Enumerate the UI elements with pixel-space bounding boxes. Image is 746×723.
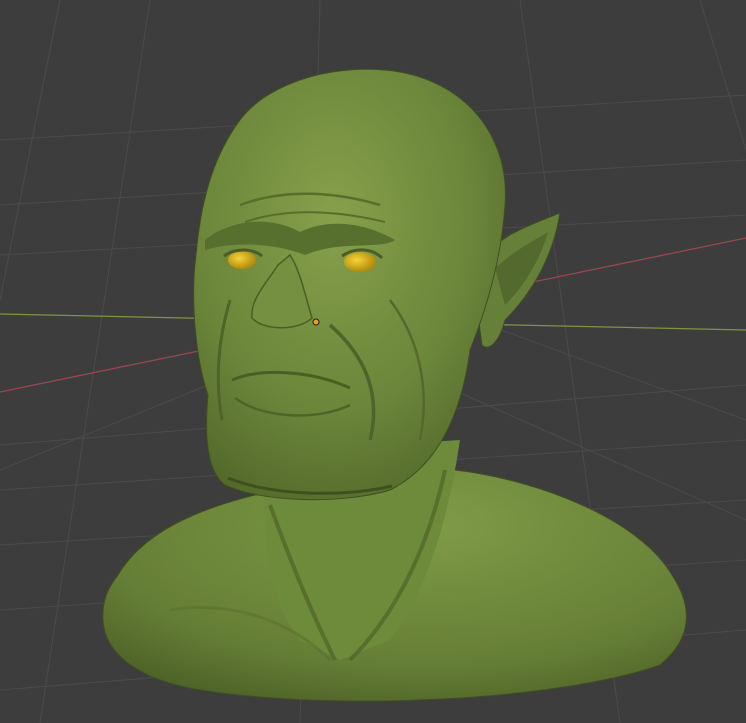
- eye-left: [228, 251, 256, 269]
- eye-right: [344, 252, 376, 272]
- 3d-viewport[interactable]: [0, 0, 746, 723]
- viewport-canvas[interactable]: [0, 0, 746, 723]
- object-origin-marker[interactable]: [312, 318, 320, 326]
- orc-bust-mesh[interactable]: [102, 68, 687, 702]
- head: [193, 68, 506, 501]
